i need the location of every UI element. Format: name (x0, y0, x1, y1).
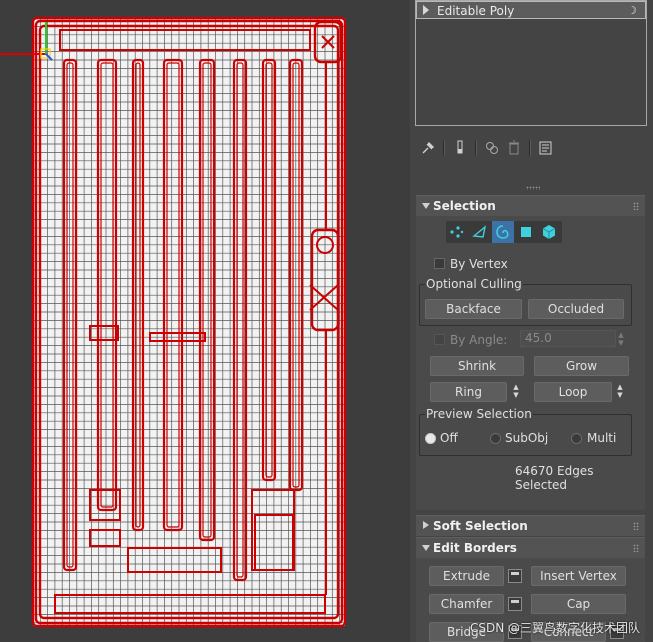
by-vertex-checkbox[interactable] (434, 258, 445, 269)
edge-icon[interactable] (469, 221, 491, 243)
subobject-toolbar (446, 221, 562, 243)
preview-off-radio[interactable] (425, 433, 436, 444)
selection-rollout-header[interactable]: Selection (416, 196, 645, 216)
wireframe-mesh (0, 16, 347, 628)
soft-selection-title: Soft Selection (433, 519, 528, 533)
soft-selection-rollout-header[interactable]: Soft Selection (416, 516, 645, 536)
preview-multi-radio[interactable] (571, 433, 582, 444)
preview-subobj-label: SubObj (505, 431, 549, 445)
by-angle-spinner[interactable]: ▲ ▼ (617, 331, 625, 347)
grow-button[interactable]: Grow (534, 356, 629, 376)
backface-button[interactable]: Backface (425, 299, 522, 319)
edit-borders-title: Edit Borders (433, 541, 517, 555)
mesh-body (33, 18, 345, 626)
expand-triangle-icon[interactable] (423, 5, 429, 15)
modifier-stack: Editable Poly ☽ (415, 0, 647, 126)
ring-button[interactable]: Ring (430, 382, 507, 402)
remove-modifier-icon[interactable] (504, 138, 524, 158)
extrude-button[interactable]: Extrude (429, 566, 504, 586)
modifier-stack-toolbar (418, 138, 578, 160)
loop-button[interactable]: Loop (534, 382, 612, 402)
command-panel: Editable Poly ☽ Selection By Vertex Opti… (410, 0, 653, 642)
by-angle-label: By Angle: (450, 333, 508, 347)
lightbulb-icon[interactable]: ☽ (627, 4, 637, 17)
element-icon[interactable] (538, 221, 560, 243)
viewport[interactable] (0, 0, 410, 642)
selection-rollout: Selection By Vertex Optional Culling Bac… (416, 195, 645, 510)
preview-off-label: Off (440, 431, 458, 445)
show-end-result-icon[interactable] (450, 138, 470, 158)
occluded-button[interactable]: Occluded (528, 299, 624, 319)
by-vertex-label: By Vertex (450, 257, 508, 271)
ring-spinner[interactable]: ▲ ▼ (512, 383, 520, 399)
preview-subobj-radio[interactable] (490, 433, 501, 444)
modifier-label: Editable Poly (437, 4, 515, 18)
by-angle-checkbox[interactable] (434, 334, 445, 345)
selection-status: 64670 Edges Selected (515, 464, 594, 492)
cap-button[interactable]: Cap (531, 594, 626, 614)
chamfer-button[interactable]: Chamfer (429, 594, 504, 614)
edit-borders-rollout-header[interactable]: Edit Borders (416, 538, 645, 558)
soft-selection-rollout: Soft Selection (416, 515, 645, 536)
extrude-settings-button[interactable] (508, 569, 522, 583)
configure-modifier-sets-icon[interactable] (536, 138, 556, 158)
panel-resize-grip[interactable] (526, 186, 540, 190)
preview-multi-label: Multi (587, 431, 617, 445)
watermark-text: CSDN @三翼鸟数字化技术团队 (470, 621, 641, 635)
chamfer-settings-button[interactable] (508, 597, 522, 611)
make-unique-icon[interactable] (482, 138, 502, 158)
shrink-button[interactable]: Shrink (430, 356, 524, 376)
by-angle-field[interactable]: 45.0 (520, 330, 616, 347)
optional-culling-label: Optional Culling (425, 277, 523, 291)
loop-spinner[interactable]: ▲ ▼ (616, 383, 624, 399)
preview-selection-label: Preview Selection (425, 407, 533, 421)
modifier-stack-item[interactable]: Editable Poly ☽ (416, 1, 646, 19)
insert-vertex-button[interactable]: Insert Vertex (531, 566, 626, 586)
selection-title: Selection (433, 199, 496, 213)
vertex-icon[interactable] (446, 221, 468, 243)
polygon-icon[interactable] (515, 221, 537, 243)
border-icon[interactable] (492, 221, 514, 243)
pin-stack-icon[interactable] (418, 138, 438, 158)
